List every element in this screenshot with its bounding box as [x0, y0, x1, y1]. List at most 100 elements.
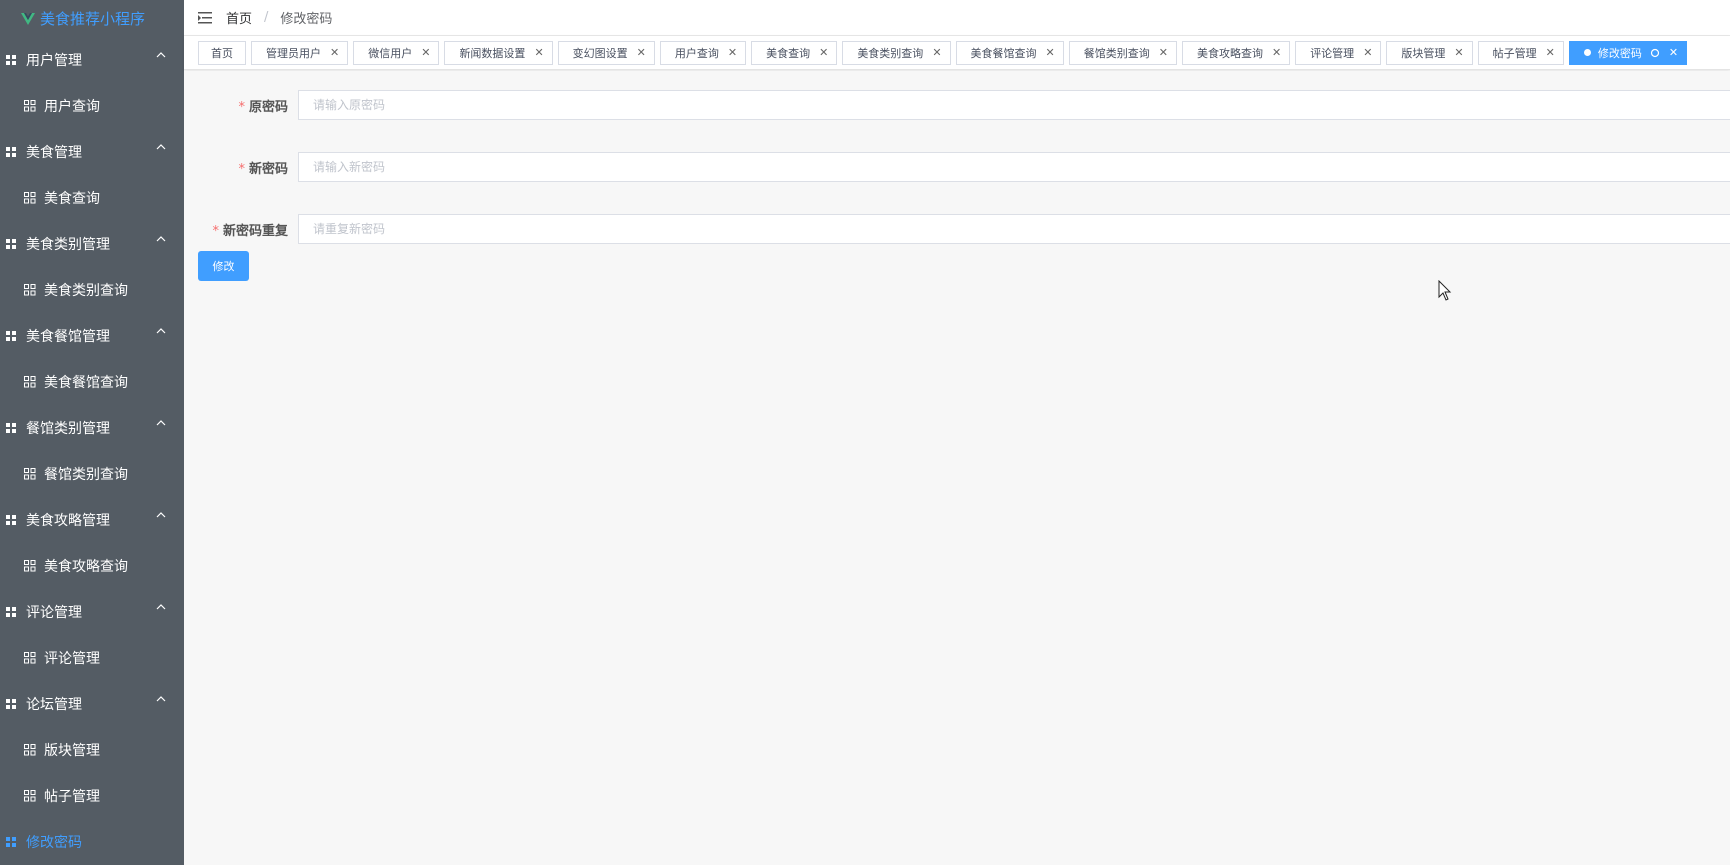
tag-2[interactable]: 新闻数据设置 ✕: [444, 40, 553, 65]
sidebar-item-1-0[interactable]: 美食查询: [0, 175, 184, 221]
tag-9[interactable]: 美食攻略查询 ✕: [1181, 40, 1291, 65]
chevron-up-icon: [156, 236, 166, 242]
menu-item-icon: [24, 100, 36, 112]
sidebar-item-label: 餐馆类别查询: [44, 467, 128, 483]
sidebar-group-label: 美食攻略管理: [26, 513, 110, 529]
main-content: * 原密码 * 新密码 * 新密码重复 修改: [184, 71, 1730, 865]
vue-logo-icon: [21, 12, 35, 25]
repeat-password-input[interactable]: [298, 214, 1730, 244]
sidebar-item-label: 美食餐馆查询: [44, 375, 128, 391]
chevron-up-icon: [156, 420, 166, 426]
sidebar-item-label: 评论管理: [44, 651, 100, 667]
tag-label: 修改密码: [1597, 46, 1642, 60]
close-icon[interactable]: ✕: [637, 46, 646, 59]
tag-4[interactable]: 用户查询 ✕: [659, 40, 747, 65]
tag-0[interactable]: 管理员用户 ✕: [251, 40, 349, 65]
repeat-password-label: * 新密码重复: [212, 223, 288, 239]
chevron-up-icon: [156, 52, 166, 58]
sidebar-group-0[interactable]: 用户管理: [0, 37, 184, 83]
breadcrumb-separator: /: [264, 10, 269, 25]
chevron-up-icon: [156, 604, 166, 610]
tag-6[interactable]: 美食类别查询 ✕: [842, 40, 951, 65]
tag-3[interactable]: 变幻图设置 ✕: [557, 40, 655, 65]
sidebar: 美食推荐小程序 用户管理 用户查询 美食管理 美食查询 美食类别管理 美食类别查询 美食餐馆…: [0, 0, 184, 865]
form-row-repeat-password: * 新密码重复: [184, 214, 1730, 244]
sidebar-item-6-0[interactable]: 评论管理: [0, 635, 184, 681]
old-password-input[interactable]: [298, 90, 1730, 120]
tag-10[interactable]: 评论管理 ✕: [1295, 40, 1382, 65]
tag-home[interactable]: 首页: [198, 40, 246, 65]
sidebar-item-change-password[interactable]: 修改密码: [0, 819, 184, 865]
tag-label: 评论管理: [1310, 46, 1355, 60]
close-icon[interactable]: ✕: [1546, 46, 1555, 59]
tag-active-change-password[interactable]: 修改密码 ✕: [1568, 40, 1688, 65]
menu-item-icon: [24, 744, 36, 756]
new-password-input[interactable]: [298, 152, 1730, 182]
tag-1[interactable]: 微信用户 ✕: [353, 40, 440, 65]
sidebar-item-4-0[interactable]: 餐馆类别查询: [0, 451, 184, 497]
sidebar-item-0-0[interactable]: 用户查询: [0, 83, 184, 129]
tag-8[interactable]: 餐馆类别查询 ✕: [1068, 40, 1177, 65]
close-icon[interactable]: ✕: [1454, 46, 1463, 59]
sidebar-group-5[interactable]: 美食攻略管理: [0, 497, 184, 543]
sidebar-item-label: 修改密码: [26, 835, 82, 851]
mouse-cursor-icon: [1438, 280, 1452, 301]
close-icon[interactable]: ✕: [1159, 46, 1168, 59]
sidebar-group-1[interactable]: 美食管理: [0, 129, 184, 175]
close-icon[interactable]: ✕: [330, 46, 339, 59]
active-dot-icon: [1583, 49, 1591, 56]
sidebar-item-2-0[interactable]: 美食类别查询: [0, 267, 184, 313]
tag-11[interactable]: 版块管理 ✕: [1386, 40, 1473, 65]
sidebar-item-5-0[interactable]: 美食攻略查询: [0, 543, 184, 589]
sidebar-group-3[interactable]: 美食餐馆管理: [0, 313, 184, 359]
close-icon[interactable]: ✕: [1272, 46, 1281, 59]
required-mark: *: [212, 223, 219, 239]
sidebar-group-7[interactable]: 论坛管理: [0, 681, 184, 727]
breadcrumb-home[interactable]: 首页: [226, 8, 252, 27]
close-icon[interactable]: ✕: [421, 46, 430, 59]
tag-label: 美食攻略查询: [1196, 46, 1263, 60]
sidebar-item-label: 美食类别查询: [44, 283, 128, 299]
app-title: 美食推荐小程序: [40, 10, 146, 28]
tag-label: 美食查询: [766, 46, 811, 60]
sidebar-group-4[interactable]: 餐馆类别管理: [0, 405, 184, 451]
sidebar-item-label: 版块管理: [44, 743, 100, 759]
close-icon[interactable]: ✕: [932, 46, 941, 59]
required-mark: *: [238, 161, 245, 177]
app-logo[interactable]: 美食推荐小程序: [0, 0, 184, 37]
sidebar-item-7-1[interactable]: 帖子管理: [0, 773, 184, 819]
menu-item-icon: [24, 468, 36, 480]
tag-label: 帖子管理: [1492, 46, 1537, 60]
close-icon[interactable]: ✕: [819, 46, 828, 59]
sidebar-group-6[interactable]: 评论管理: [0, 589, 184, 635]
menu-item-icon: [24, 192, 36, 204]
tag-label: 微信用户: [368, 46, 413, 60]
sidebar-item-3-0[interactable]: 美食餐馆查询: [0, 359, 184, 405]
sidebar-item-7-0[interactable]: 版块管理: [0, 727, 184, 773]
submit-button[interactable]: 修改: [198, 251, 249, 281]
tag-5[interactable]: 美食查询 ✕: [751, 40, 838, 65]
refresh-icon[interactable]: [1650, 48, 1660, 58]
grid-icon: [6, 837, 16, 847]
grid-icon: [6, 331, 16, 341]
close-icon[interactable]: ✕: [728, 46, 737, 59]
top-header: 首页 / 修改密码: [184, 0, 1730, 36]
sidebar-menu: 用户管理 用户查询 美食管理 美食查询 美食类别管理美食类别查询美食餐馆管理美食餐馆查询…: [0, 37, 184, 865]
sidebar-group-label: 评论管理: [26, 605, 82, 621]
tag-7[interactable]: 美食餐馆查询 ✕: [955, 40, 1064, 65]
menu-toggle-icon[interactable]: [198, 11, 212, 24]
menu-item-icon: [24, 652, 36, 664]
sidebar-item-label: 美食攻略查询: [44, 559, 128, 575]
close-icon[interactable]: ✕: [1046, 46, 1055, 59]
close-icon[interactable]: ✕: [1669, 46, 1678, 59]
tag-label: 美食类别查询: [857, 46, 924, 60]
tag-12[interactable]: 帖子管理 ✕: [1477, 40, 1564, 65]
close-icon[interactable]: ✕: [1363, 46, 1372, 59]
chevron-up-icon: [156, 328, 166, 334]
menu-item-icon: [24, 284, 36, 296]
grid-icon: [6, 423, 16, 433]
close-icon[interactable]: ✕: [534, 46, 543, 59]
tag-label: 管理员用户: [266, 46, 321, 60]
tags-view: 首页 管理员用户 ✕ 微信用户 ✕ 新闻数据设置 ✕ 变幻图设置 ✕ 用户查询 ✕ 美食查询 ✕ 美食类…: [184, 36, 1730, 70]
sidebar-group-2[interactable]: 美食类别管理: [0, 221, 184, 267]
